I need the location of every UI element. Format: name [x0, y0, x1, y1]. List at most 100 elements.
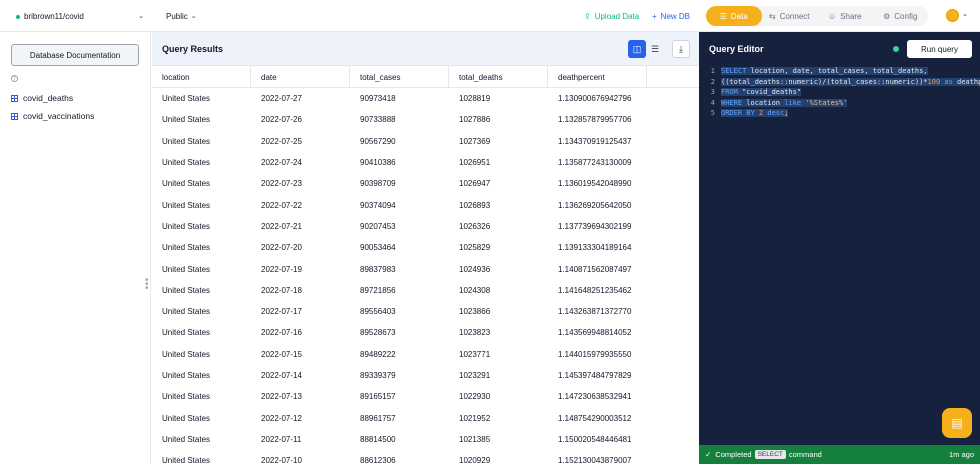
table-cell[interactable]: 1027886 — [449, 109, 548, 130]
code-editor[interactable]: 1 SELECT location, date, total_cases, tot… — [699, 66, 980, 446]
table-row[interactable]: United States 2022-07-22 90374094 1026893 1.… — [152, 194, 699, 215]
table-cell[interactable]: 88961757 — [350, 407, 449, 428]
table-row[interactable]: United States 2022-07-19 89837983 1024936 1.… — [152, 258, 699, 279]
table-cell[interactable]: United States — [152, 258, 251, 279]
table-cell[interactable]: 2022-07-16 — [251, 322, 350, 343]
code-line[interactable]: 4 WHERE location like '%States%' — [699, 98, 980, 109]
column-header[interactable]: location — [152, 66, 251, 88]
table-row[interactable]: United States 2022-07-15 89489222 1023771 1.… — [152, 344, 699, 365]
table-cell[interactable]: 2022-07-11 — [251, 429, 350, 450]
code-line[interactable]: 2 ((total_deaths::numeric)/(total_cases::… — [699, 77, 980, 88]
table-row[interactable]: United States 2022-07-27 90973418 1028819 1.… — [152, 88, 699, 109]
table-cell[interactable]: United States — [152, 280, 251, 301]
table-cell[interactable]: 1023291 — [449, 365, 548, 386]
table-cell[interactable]: 2022-07-20 — [251, 237, 350, 258]
table-row[interactable]: United States 2022-07-16 89528673 1023823 1.… — [152, 322, 699, 343]
table-cell[interactable]: 1.136269205642050 — [548, 194, 647, 215]
tab-share[interactable]: ☺ Share — [817, 6, 873, 26]
table-cell[interactable]: 2022-07-22 — [251, 194, 350, 215]
table-cell[interactable]: 1.136019542048990 — [548, 173, 647, 194]
table-cell[interactable]: United States — [152, 131, 251, 152]
table-row[interactable]: United States 2022-07-13 89165157 1022930 1.… — [152, 386, 699, 407]
tab-connect[interactable]: ⇆ Connect — [762, 6, 818, 26]
column-header[interactable]: deathpercent — [548, 66, 647, 88]
tab-data[interactable]: ☰ Data — [706, 6, 762, 26]
table-cell[interactable]: United States — [152, 407, 251, 428]
table-cell[interactable]: 1.143569948814052 — [548, 322, 647, 343]
code-line[interactable]: 3 FROM "covid_deaths" — [699, 87, 980, 98]
column-header[interactable]: date — [251, 66, 350, 88]
table-cell[interactable]: 1.132857879957706 — [548, 109, 647, 130]
table-cell[interactable]: 1026893 — [449, 194, 548, 215]
table-row[interactable]: United States 2022-07-23 90398709 1026947 1.… — [152, 173, 699, 194]
chat-button[interactable]: ▤ — [942, 408, 972, 438]
table-cell[interactable]: 1.141648251235462 — [548, 280, 647, 301]
table-cell[interactable]: 90053464 — [350, 237, 449, 258]
table-row[interactable]: United States 2022-07-11 88814500 1021385 1.… — [152, 429, 699, 450]
table-cell[interactable]: 90973418 — [350, 88, 449, 109]
download-button[interactable]: ⤓ — [672, 40, 690, 58]
table-cell[interactable]: 89721856 — [350, 280, 449, 301]
table-cell[interactable]: 89339379 — [350, 365, 449, 386]
table-cell[interactable]: 1.139133304189164 — [548, 237, 647, 258]
table-cell[interactable]: 2022-07-27 — [251, 88, 350, 109]
run-query-button[interactable]: Run query — [907, 40, 972, 58]
table-cell[interactable]: 1021385 — [449, 429, 548, 450]
code-line[interactable]: 5 ORDER BY 2 desc; — [699, 108, 980, 119]
column-header[interactable]: total_cases — [350, 66, 449, 88]
table-cell[interactable]: 1.130900676942796 — [548, 88, 647, 109]
table-cell[interactable]: United States — [152, 365, 251, 386]
table-row[interactable]: United States 2022-07-25 90567290 1027369 1.… — [152, 131, 699, 152]
table-row[interactable]: United States 2022-07-17 89556403 1023866 1.… — [152, 301, 699, 322]
row-view-button[interactable]: ☰ — [646, 40, 664, 58]
grid-view-button[interactable]: ◫ — [628, 40, 646, 58]
table-cell[interactable]: 1026947 — [449, 173, 548, 194]
table-cell[interactable]: 89837983 — [350, 258, 449, 279]
avatar[interactable] — [946, 9, 959, 22]
table-cell[interactable]: 2022-07-24 — [251, 152, 350, 173]
table-cell[interactable]: 2022-07-15 — [251, 344, 350, 365]
table-cell[interactable]: United States — [152, 386, 251, 407]
table-cell[interactable]: 90567290 — [350, 131, 449, 152]
table-cell[interactable]: 2022-07-17 — [251, 301, 350, 322]
table-cell[interactable]: United States — [152, 429, 251, 450]
table-cell[interactable]: 1.143263871372770 — [548, 301, 647, 322]
database-selector[interactable]: bribrown11/covid ⌄ — [10, 7, 150, 25]
table-cell[interactable]: 1.135877243130009 — [548, 152, 647, 173]
upload-data-button[interactable]: ⇪ Upload Data — [584, 7, 639, 25]
table-cell[interactable]: United States — [152, 194, 251, 215]
schema-selector[interactable]: Public ⌄ — [166, 7, 197, 25]
table-cell[interactable]: 89528673 — [350, 322, 449, 343]
table-cell[interactable]: 1.150020548446481 — [548, 429, 647, 450]
table-cell[interactable]: 2022-07-12 — [251, 407, 350, 428]
table-cell[interactable]: United States — [152, 237, 251, 258]
table-cell[interactable]: 1026326 — [449, 216, 548, 237]
table-cell[interactable]: 2022-07-26 — [251, 109, 350, 130]
table-cell[interactable]: 1023771 — [449, 344, 548, 365]
code-line[interactable]: 1 SELECT location, date, total_cases, tot… — [699, 66, 980, 77]
table-row[interactable]: United States 2022-07-14 89339379 1023291 1.… — [152, 365, 699, 386]
table-cell[interactable]: 1024936 — [449, 258, 548, 279]
chevron-down-icon[interactable]: ⌄ — [962, 10, 968, 18]
table-cell[interactable]: 1.140871562087497 — [548, 258, 647, 279]
table-cell[interactable]: 1022930 — [449, 386, 548, 407]
table-cell[interactable]: 1023823 — [449, 322, 548, 343]
table-cell[interactable]: 2022-07-19 — [251, 258, 350, 279]
table-cell[interactable]: 1.147230638532941 — [548, 386, 647, 407]
table-cell[interactable]: 1024308 — [449, 280, 548, 301]
new-db-button[interactable]: + New DB — [652, 7, 690, 25]
table-cell[interactable]: 90733888 — [350, 109, 449, 130]
table-row[interactable]: United States 2022-07-12 88961757 1021952 1.… — [152, 407, 699, 428]
database-documentation-button[interactable]: Database Documentation — [11, 44, 139, 66]
tab-config[interactable]: ⚙ Config — [873, 6, 929, 26]
table-cell[interactable]: United States — [152, 450, 251, 464]
table-row[interactable]: United States 2022-07-18 89721856 1024308 1.… — [152, 280, 699, 301]
table-cell[interactable]: United States — [152, 216, 251, 237]
table-cell[interactable]: United States — [152, 88, 251, 109]
table-cell[interactable]: 89489222 — [350, 344, 449, 365]
table-cell[interactable]: United States — [152, 109, 251, 130]
table-cell[interactable]: 90398709 — [350, 173, 449, 194]
table-cell[interactable]: 1026951 — [449, 152, 548, 173]
table-cell[interactable]: 1.137739694302199 — [548, 216, 647, 237]
table-cell[interactable]: United States — [152, 173, 251, 194]
